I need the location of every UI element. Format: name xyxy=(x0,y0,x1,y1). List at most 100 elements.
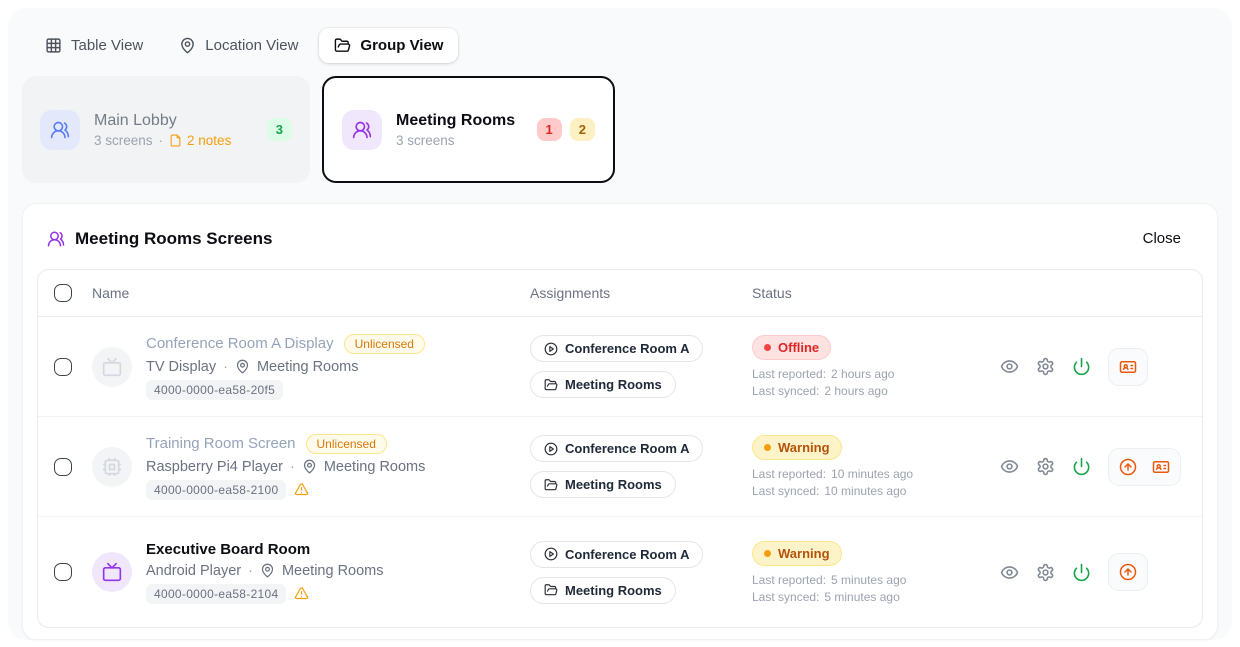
folder-open-icon xyxy=(544,478,558,492)
assignment-label: Meeting Rooms xyxy=(565,477,662,492)
group-card-main-lobby[interactable]: Main Lobby 3 screens · 2 notes 3 xyxy=(22,76,310,183)
table-row: Training Room Screen Unlicensed Raspberr… xyxy=(38,417,1202,517)
assignments-cell: Conference Room A Meeting Rooms xyxy=(530,435,752,498)
last-synced-label: Last synced: xyxy=(752,484,819,498)
tv-icon xyxy=(102,357,122,377)
cpu-icon xyxy=(102,457,122,477)
app-container: Table View Location View Group View Main… xyxy=(8,8,1232,640)
device-id: 4000-0000-ea58-2100 xyxy=(146,480,286,500)
file-icon xyxy=(169,134,182,147)
settings-button[interactable] xyxy=(1036,563,1055,582)
unlicensed-badge: Unlicensed xyxy=(344,334,425,354)
preview-button[interactable] xyxy=(1000,563,1019,582)
assignment-chip[interactable]: Conference Room A xyxy=(530,541,703,568)
circle-play-icon xyxy=(544,442,558,456)
settings-button[interactable] xyxy=(1036,457,1055,476)
assignment-chip[interactable]: Conference Room A xyxy=(530,435,703,462)
last-reported-label: Last reported: xyxy=(752,467,826,481)
group-name: Main Lobby xyxy=(94,112,231,130)
last-synced-label: Last synced: xyxy=(752,590,819,604)
tab-table-view[interactable]: Table View xyxy=(30,28,158,63)
unlicensed-badge: Unlicensed xyxy=(306,434,387,454)
screens-table: Name Assignments Status Conference Room … xyxy=(37,269,1203,628)
folder-open-icon xyxy=(544,583,558,597)
table-icon xyxy=(45,37,62,54)
license-button[interactable] xyxy=(1152,458,1170,476)
select-all-checkbox[interactable] xyxy=(54,284,72,302)
group-screens-count: 3 screens xyxy=(94,133,153,148)
eye-icon xyxy=(1000,563,1019,582)
actions-cell xyxy=(980,448,1202,486)
device-location: Meeting Rooms xyxy=(324,459,426,475)
users-icon xyxy=(342,110,382,150)
status-dot-icon xyxy=(764,550,771,557)
status-badge: Warning xyxy=(752,435,842,460)
column-header-status: Status xyxy=(752,285,980,301)
tab-location-view[interactable]: Location View xyxy=(164,28,313,63)
table-row: Executive Board Room Android Player · Me… xyxy=(38,517,1202,627)
alert-actions-group xyxy=(1108,348,1148,386)
screen-title: Executive Board Room xyxy=(146,541,310,558)
status-cell: Warning Last reported: 10 minutes ago Las… xyxy=(752,435,980,498)
users-icon xyxy=(47,230,65,248)
assignment-chip[interactable]: Meeting Rooms xyxy=(530,371,676,398)
tab-label: Location View xyxy=(205,37,298,54)
id-card-icon xyxy=(1119,358,1137,376)
row-checkbox[interactable] xyxy=(54,458,72,476)
map-pin-icon xyxy=(179,37,196,54)
preview-button[interactable] xyxy=(1000,457,1019,476)
name-lines: Executive Board Room Android Player · Me… xyxy=(146,541,384,604)
warning-badge: 2 xyxy=(570,118,595,141)
power-button[interactable] xyxy=(1072,457,1091,476)
license-button[interactable] xyxy=(1119,358,1137,376)
update-button[interactable] xyxy=(1119,458,1137,476)
name-lines: Training Room Screen Unlicensed Raspberr… xyxy=(146,434,425,500)
assignment-chip[interactable]: Conference Room A xyxy=(530,335,703,362)
assignment-chip[interactable]: Meeting Rooms xyxy=(530,577,676,604)
last-reported-label: Last reported: xyxy=(752,573,826,587)
alert-triangle-icon xyxy=(294,586,309,601)
update-button[interactable] xyxy=(1119,563,1137,581)
assignment-chip[interactable]: Meeting Rooms xyxy=(530,471,676,498)
device-type: Android Player xyxy=(146,563,241,579)
assignments-cell: Conference Room A Meeting Rooms xyxy=(530,335,752,398)
status-dot-icon xyxy=(764,444,771,451)
power-button[interactable] xyxy=(1072,357,1091,376)
status-timestamps: Last reported:2 hours ago Last synced:2 … xyxy=(752,367,894,398)
group-notes-count: 2 notes xyxy=(187,133,231,148)
device-location: Meeting Rooms xyxy=(282,563,384,579)
row-checkbox[interactable] xyxy=(54,358,72,376)
group-meta: 3 screens xyxy=(396,133,515,148)
tab-group-view[interactable]: Group View xyxy=(319,28,458,63)
circle-arrow-up-icon xyxy=(1119,458,1137,476)
settings-button[interactable] xyxy=(1036,357,1055,376)
device-id: 4000-0000-ea58-20f5 xyxy=(146,380,283,400)
circle-play-icon xyxy=(544,342,558,356)
group-card-text: Meeting Rooms 3 screens xyxy=(396,112,515,148)
group-card-meeting-rooms[interactable]: Meeting Rooms 3 screens 1 2 xyxy=(322,76,615,183)
device-type: Raspberry Pi4 Player xyxy=(146,459,283,475)
close-button[interactable]: Close xyxy=(1131,224,1193,253)
folder-open-icon xyxy=(544,378,558,392)
screen-title: Conference Room A Display xyxy=(146,335,334,352)
eye-icon xyxy=(1000,357,1019,376)
status-dot-icon xyxy=(764,344,771,351)
actions-cell xyxy=(980,553,1202,591)
preview-button[interactable] xyxy=(1000,357,1019,376)
last-synced-label: Last synced: xyxy=(752,384,819,398)
folder-open-icon xyxy=(334,37,351,54)
settings-icon xyxy=(1036,563,1055,582)
group-badges: 1 2 xyxy=(537,118,595,141)
alert-triangle-icon xyxy=(294,482,309,497)
status-badge: Offline xyxy=(752,335,831,360)
last-reported-value: 10 minutes ago xyxy=(831,467,913,481)
device-avatar xyxy=(92,552,132,592)
name-cell: Conference Room A Display Unlicensed TV … xyxy=(92,334,530,400)
last-synced-value: 2 hours ago xyxy=(824,384,887,398)
row-checkbox[interactable] xyxy=(54,563,72,581)
alert-actions-group xyxy=(1108,448,1181,486)
device-id: 4000-0000-ea58-2104 xyxy=(146,584,286,604)
screen-title: Training Room Screen xyxy=(146,435,296,452)
dot-separator: · xyxy=(223,359,228,375)
power-button[interactable] xyxy=(1072,563,1091,582)
